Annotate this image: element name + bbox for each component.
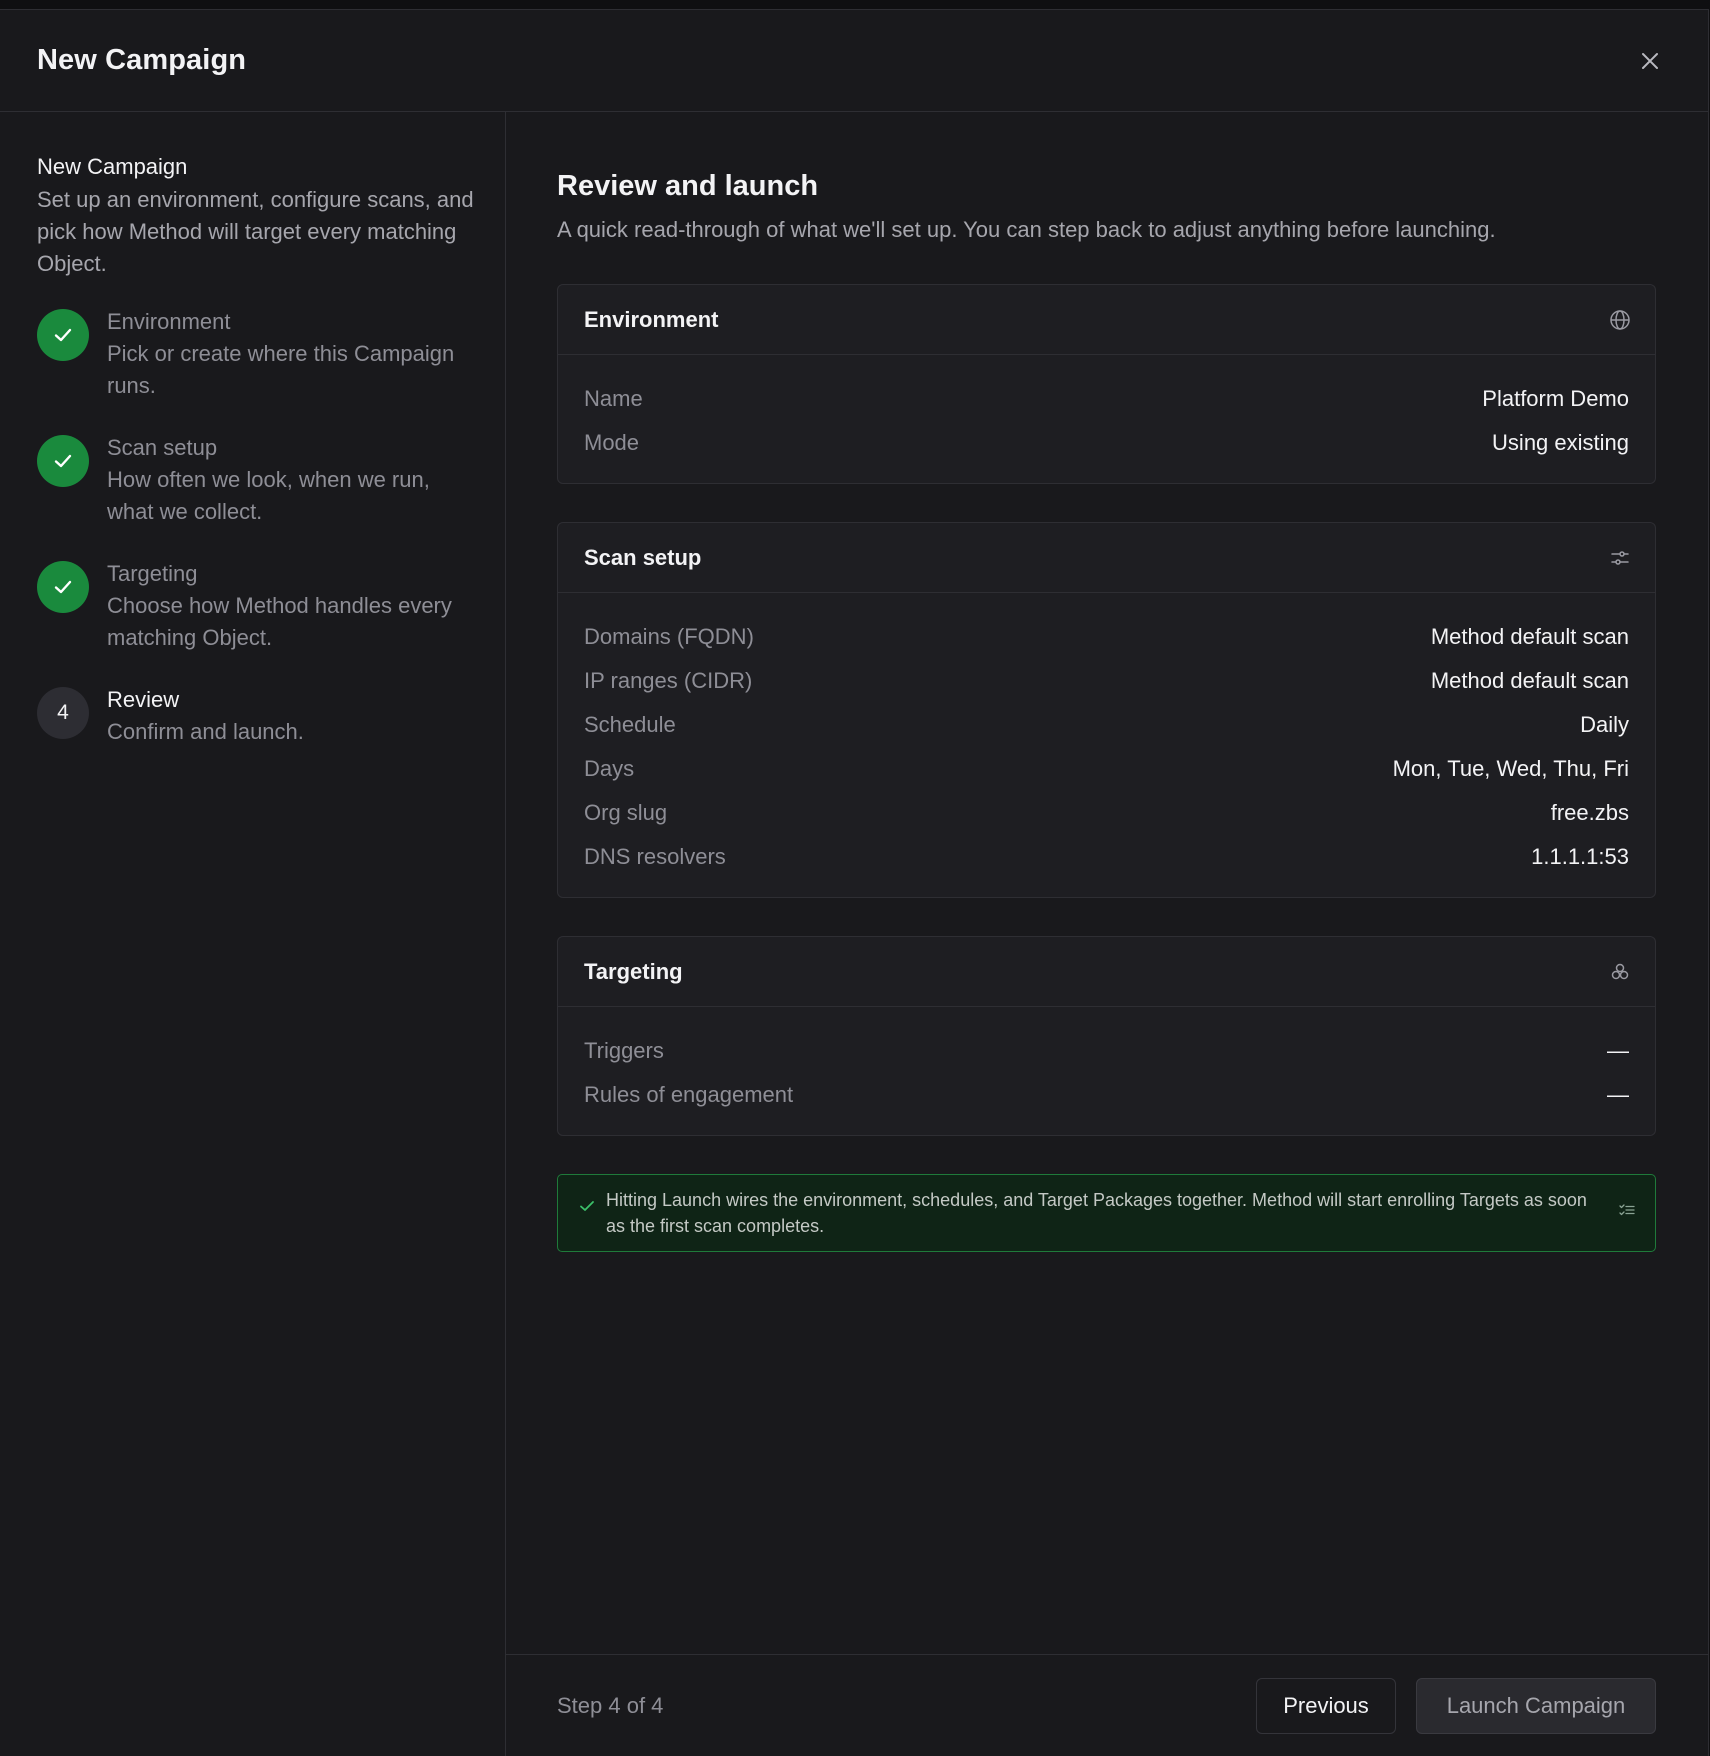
summary-row: Triggers — bbox=[584, 1029, 1629, 1073]
step-targeting[interactable]: Targeting Choose how Method handles ever… bbox=[37, 558, 475, 654]
wizard-steps: Environment Pick or create where this Ca… bbox=[37, 306, 475, 748]
targeting-summary-card: Targeting Triggers — Rules of engagement… bbox=[557, 936, 1656, 1136]
row-label: Triggers bbox=[584, 1038, 664, 1063]
summary-row: Name Platform Demo bbox=[584, 377, 1629, 421]
row-value: Platform Demo bbox=[1482, 386, 1629, 411]
step-complete-badge bbox=[37, 435, 89, 487]
modal-title: New Campaign bbox=[37, 44, 247, 76]
environment-summary-card: Environment Name Platform Demo Mode Usin… bbox=[557, 284, 1656, 484]
step-number-badge: 4 bbox=[37, 687, 89, 739]
sidebar-title: New Campaign bbox=[37, 154, 188, 179]
scan-setup-summary-card: Scan setup Domains (FQDN) Method default… bbox=[557, 522, 1656, 898]
row-label: Org slug bbox=[584, 800, 668, 825]
summary-row: Schedule Daily bbox=[584, 703, 1629, 747]
row-value: Method default scan bbox=[1430, 624, 1629, 649]
row-value: 1.1.1.1:53 bbox=[1531, 844, 1629, 869]
row-label: DNS resolvers bbox=[584, 844, 726, 869]
previous-button[interactable]: Previous bbox=[1256, 1677, 1396, 1734]
step-review[interactable]: 4 Review Confirm and launch. bbox=[37, 684, 475, 748]
summary-row: IP ranges (CIDR) Method default scan bbox=[584, 659, 1629, 703]
page-title: Review and launch bbox=[557, 170, 819, 202]
row-value: Mon, Tue, Wed, Thu, Fri bbox=[1392, 756, 1629, 781]
summary-row: Domains (FQDN) Method default scan bbox=[584, 615, 1629, 659]
step-label: Review bbox=[107, 687, 180, 712]
step-label: Targeting bbox=[107, 561, 198, 586]
sliders-icon bbox=[1611, 550, 1629, 565]
step-complete-badge bbox=[37, 309, 89, 361]
check-icon bbox=[580, 1201, 594, 1211]
summary-row: Rules of engagement — bbox=[584, 1073, 1629, 1117]
row-value: Using existing bbox=[1492, 430, 1629, 455]
row-value: free.zbs bbox=[1550, 800, 1629, 825]
step-scan-setup[interactable]: Scan setup How often we look, when we ru… bbox=[37, 432, 475, 528]
card-title: Targeting bbox=[584, 958, 683, 984]
row-value: Method default scan bbox=[1430, 668, 1629, 693]
step-description: Confirm and launch. bbox=[107, 719, 304, 744]
wizard-footer: Step 4 of 4 Previous Launch Campaign bbox=[506, 1654, 1708, 1756]
page-subtitle: A quick read-through of what we'll set u… bbox=[557, 217, 1496, 242]
row-label: Domains (FQDN) bbox=[584, 624, 754, 649]
step-environment[interactable]: Environment Pick or create where this Ca… bbox=[37, 306, 475, 402]
row-value: — bbox=[1607, 1038, 1629, 1063]
sidebar-description: Set up an environment, configure scans, … bbox=[37, 187, 474, 276]
notice-text: Hitting Launch wires the environment, sc… bbox=[606, 1190, 1587, 1236]
cubes-icon bbox=[1611, 963, 1629, 979]
check-icon bbox=[54, 328, 72, 342]
wizard-sidebar: New Campaign Set up an environment, conf… bbox=[0, 112, 506, 1756]
row-label: Days bbox=[584, 756, 635, 781]
card-title: Scan setup bbox=[584, 544, 702, 570]
step-label: Scan setup bbox=[107, 435, 218, 460]
row-label: Name bbox=[584, 386, 643, 411]
new-campaign-modal: New Campaign New Campaign Set up an envi… bbox=[0, 9, 1709, 1756]
modal-header: New Campaign bbox=[0, 10, 1708, 112]
launch-notice: Hitting Launch wires the environment, sc… bbox=[557, 1174, 1656, 1252]
row-value: Daily bbox=[1580, 712, 1629, 737]
step-description: How often we look, when we run, what we … bbox=[107, 467, 430, 524]
summary-row: Mode Using existing bbox=[584, 421, 1629, 465]
row-label: Rules of engagement bbox=[584, 1082, 794, 1107]
step-description: Pick or create where this Campaign runs. bbox=[107, 341, 455, 398]
card-title: Environment bbox=[584, 306, 719, 332]
review-panel: Review and launch A quick read-through o… bbox=[506, 112, 1708, 1756]
step-description: Choose how Method handles every matching… bbox=[107, 593, 452, 650]
launch-campaign-button[interactable]: Launch Campaign bbox=[1416, 1677, 1656, 1734]
row-label: Mode bbox=[584, 430, 640, 455]
row-label: Schedule bbox=[584, 712, 676, 737]
row-value: — bbox=[1607, 1082, 1629, 1107]
check-icon bbox=[54, 454, 72, 468]
globe-icon bbox=[1610, 309, 1630, 330]
close-icon bbox=[1642, 52, 1658, 69]
summary-row: Days Mon, Tue, Wed, Thu, Fri bbox=[584, 747, 1629, 791]
summary-row: DNS resolvers 1.1.1.1:53 bbox=[584, 835, 1629, 879]
row-label: IP ranges (CIDR) bbox=[584, 668, 753, 693]
step-complete-badge bbox=[37, 561, 89, 613]
step-counter: Step 4 of 4 bbox=[557, 1692, 664, 1718]
summary-row: Org slug free.zbs bbox=[584, 791, 1629, 835]
check-icon bbox=[54, 580, 72, 594]
close-button[interactable] bbox=[1632, 43, 1668, 79]
list-check-icon bbox=[1619, 1204, 1635, 1216]
step-label: Environment bbox=[107, 309, 231, 334]
